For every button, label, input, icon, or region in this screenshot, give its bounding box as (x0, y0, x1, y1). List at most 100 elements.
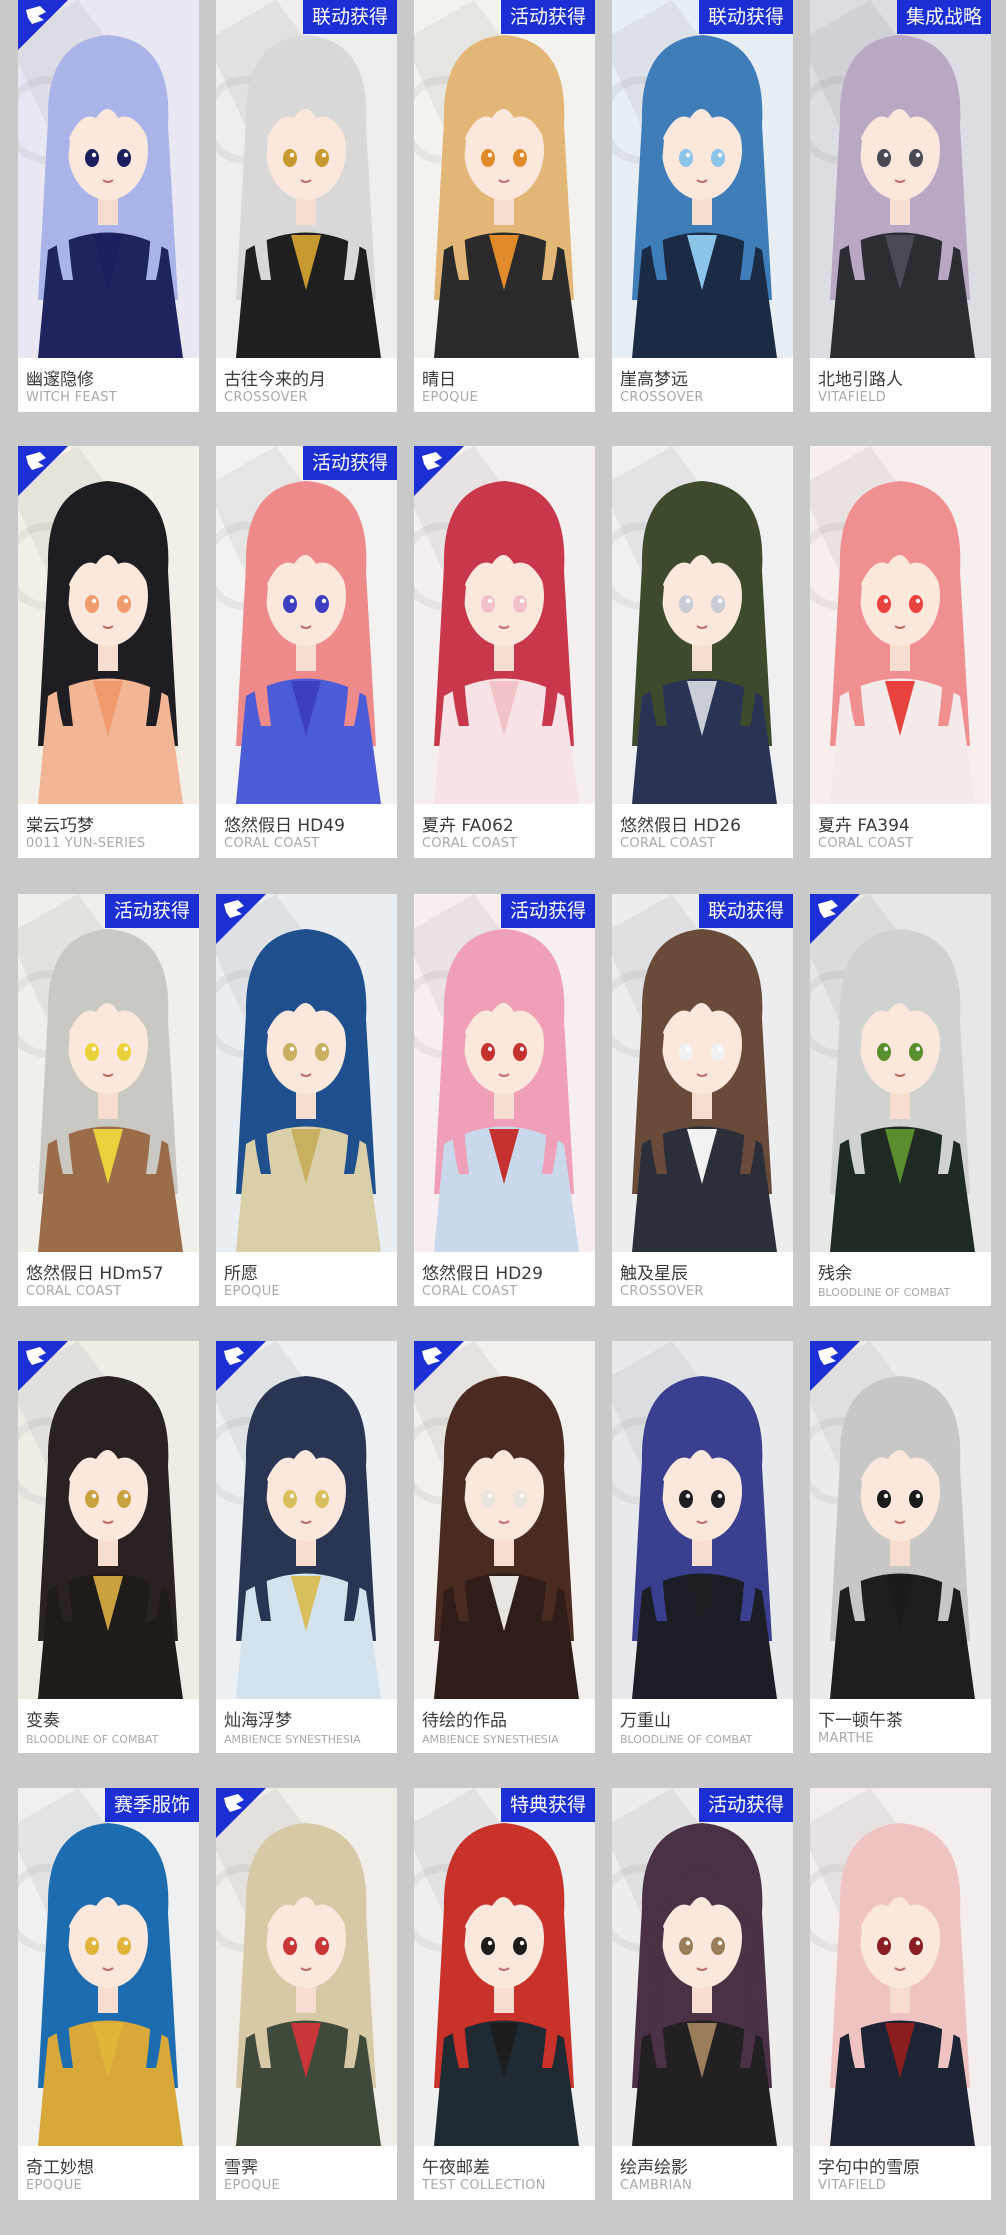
skin-name: 悠然假日 HDm57 (26, 1264, 164, 1284)
skin-name: 待绘的作品 (422, 1711, 507, 1731)
acquisition-badge: 活动获得 (698, 1788, 793, 1822)
skin-card[interactable]: 下一顿午茶 MARTHE (810, 1341, 991, 1753)
skin-artwork (18, 894, 199, 1252)
skin-card[interactable]: 残余 BLOODLINE OF COMBAT (810, 894, 991, 1306)
operator-icon (18, 1341, 68, 1391)
skin-series: CORAL COAST (26, 1284, 122, 1299)
skin-artwork (216, 1341, 397, 1699)
acquisition-badge: 联动获得 (698, 894, 793, 928)
skin-name: 崖高梦远 (620, 370, 688, 390)
skin-series: CORAL COAST (422, 836, 518, 851)
skin-caption: 悠然假日 HD26 CORAL COAST (612, 804, 793, 858)
skin-caption: 字句中的雪原 VITAFIELD (810, 2146, 991, 2200)
skin-name: 万重山 (620, 1711, 671, 1731)
skin-card[interactable]: 棠云巧梦 0011 YUN-SERIES (18, 446, 199, 858)
skin-caption: 变奏 BLOODLINE OF COMBAT (18, 1699, 199, 1753)
skin-card[interactable]: 活动获得 悠然假日 HD49 CORAL COAST (216, 446, 397, 858)
skin-artwork (810, 1788, 991, 2146)
skin-name: 触及星辰 (620, 1264, 688, 1284)
skin-series: BLOODLINE OF COMBAT (620, 1733, 753, 1746)
skin-name: 晴日 (422, 370, 456, 390)
skin-artwork (612, 1788, 793, 2146)
skin-caption: 所愿 EPOQUE (216, 1252, 397, 1306)
skin-caption: 奇工妙想 EPOQUE (18, 2146, 199, 2200)
skin-card[interactable]: 待绘的作品 AMBIENCE SYNESTHESIA (414, 1341, 595, 1753)
skin-card[interactable]: 联动获得 古往今来的月 CROSSOVER (216, 0, 397, 412)
skin-artwork (612, 1341, 793, 1699)
skin-card[interactable]: 活动获得绘声绘影 CAMBRIAN (612, 1788, 793, 2200)
skin-card[interactable]: 赛季服饰 奇工妙想 EPOQUE (18, 1788, 199, 2200)
skin-series: CROSSOVER (620, 1284, 704, 1299)
skin-series: BLOODLINE OF COMBAT (818, 1286, 951, 1299)
skin-caption: 崖高梦远 CROSSOVER (612, 358, 793, 412)
skin-series: TEST COLLECTION (422, 2178, 546, 2193)
skin-card[interactable]: 集成战略北地引路人 VITAFIELD (810, 0, 991, 412)
skin-artwork (612, 0, 793, 358)
skin-caption: 午夜邮差 TEST COLLECTION (414, 2146, 595, 2200)
skin-artwork (810, 1341, 991, 1699)
skin-artwork (414, 1341, 595, 1699)
operator-icon (216, 1341, 266, 1391)
skin-caption: 待绘的作品 AMBIENCE SYNESTHESIA (414, 1699, 595, 1753)
skin-card[interactable]: 联动获得触及星辰 CROSSOVER (612, 894, 793, 1306)
skin-caption: 绘声绘影 CAMBRIAN (612, 2146, 793, 2200)
skin-card[interactable]: 活动获得晴日 EPOQUE (414, 0, 595, 412)
skin-name: 夏卉 FA394 (818, 816, 910, 836)
operator-icon (810, 894, 860, 944)
skin-artwork (810, 446, 991, 804)
skin-card[interactable]: 夏卉 FA394 CORAL COAST (810, 446, 991, 858)
skin-series: MARTHE (818, 1731, 874, 1746)
acquisition-badge: 活动获得 (104, 894, 199, 928)
skin-name: 所愿 (224, 1264, 258, 1284)
skin-card[interactable]: 活动获得 悠然假日 HD29 CORAL COAST (414, 894, 595, 1306)
acquisition-badge: 活动获得 (500, 0, 595, 34)
skin-card[interactable]: 悠然假日 HD26 CORAL COAST (612, 446, 793, 858)
skin-card[interactable]: 灿海浮梦 AMBIENCE SYNESTHESIA (216, 1341, 397, 1753)
skin-name: 残余 (818, 1264, 852, 1284)
skin-artwork (216, 1788, 397, 2146)
operator-icon (18, 0, 68, 50)
skin-card[interactable]: 特典获得午夜邮差 TEST COLLECTION (414, 1788, 595, 2200)
skin-series: EPOQUE (224, 1284, 281, 1299)
skin-series: 0011 YUN-SERIES (26, 836, 146, 851)
skin-card[interactable]: 幽邃隐修 WITCH FEAST (18, 0, 199, 412)
skin-caption: 雪霁 EPOQUE (216, 2146, 397, 2200)
operator-icon (414, 1341, 464, 1391)
skin-card[interactable]: 万重山 BLOODLINE OF COMBAT (612, 1341, 793, 1753)
skin-caption: 棠云巧梦 0011 YUN-SERIES (18, 804, 199, 858)
skin-name: 北地引路人 (818, 370, 903, 390)
skin-card[interactable]: 字句中的雪原 VITAFIELD (810, 1788, 991, 2200)
skin-card[interactable]: 所愿 EPOQUE (216, 894, 397, 1306)
skin-series: AMBIENCE SYNESTHESIA (422, 1733, 559, 1746)
skin-name: 下一顿午茶 (818, 1711, 903, 1731)
skin-series: CROSSOVER (620, 390, 704, 405)
skin-artwork (810, 0, 991, 358)
skin-card[interactable]: 联动获得 崖高梦远 CROSSOVER (612, 0, 793, 412)
skin-artwork (810, 894, 991, 1252)
skin-artwork (18, 1341, 199, 1699)
skin-series: VITAFIELD (818, 390, 887, 405)
acquisition-badge: 集成战略 (896, 0, 991, 34)
acquisition-badge: 特典获得 (500, 1788, 595, 1822)
skin-caption: 古往今来的月 CROSSOVER (216, 358, 397, 412)
skin-card[interactable]: 雪霁 EPOQUE (216, 1788, 397, 2200)
skin-name: 棠云巧梦 (26, 816, 94, 836)
skin-caption: 万重山 BLOODLINE OF COMBAT (612, 1699, 793, 1753)
skin-card[interactable]: 变奏 BLOODLINE OF COMBAT (18, 1341, 199, 1753)
skin-name: 夏卉 FA062 (422, 816, 514, 836)
skin-series: EPOQUE (422, 390, 479, 405)
skin-name: 雪霁 (224, 2158, 258, 2178)
skin-artwork (18, 1788, 199, 2146)
skin-series: CROSSOVER (224, 390, 308, 405)
skin-series: CAMBRIAN (620, 2178, 692, 2193)
skin-caption: 下一顿午茶 MARTHE (810, 1699, 991, 1753)
skin-caption: 悠然假日 HD49 CORAL COAST (216, 804, 397, 858)
skin-card-grid: 幽邃隐修 WITCH FEAST 联动获得 古往今来的月 CROSSOVER 活动获得 晴日… (0, 0, 1006, 2235)
skin-name: 字句中的雪原 (818, 2158, 920, 2178)
operator-icon (414, 446, 464, 496)
skin-series: EPOQUE (26, 2178, 83, 2193)
skin-series: EPOQUE (224, 2178, 281, 2193)
skin-card[interactable]: 夏卉 FA062 CORAL COAST (414, 446, 595, 858)
skin-card[interactable]: 活动获得悠然假日 HDm57 CORAL COAST (18, 894, 199, 1306)
skin-name: 绘声绘影 (620, 2158, 688, 2178)
